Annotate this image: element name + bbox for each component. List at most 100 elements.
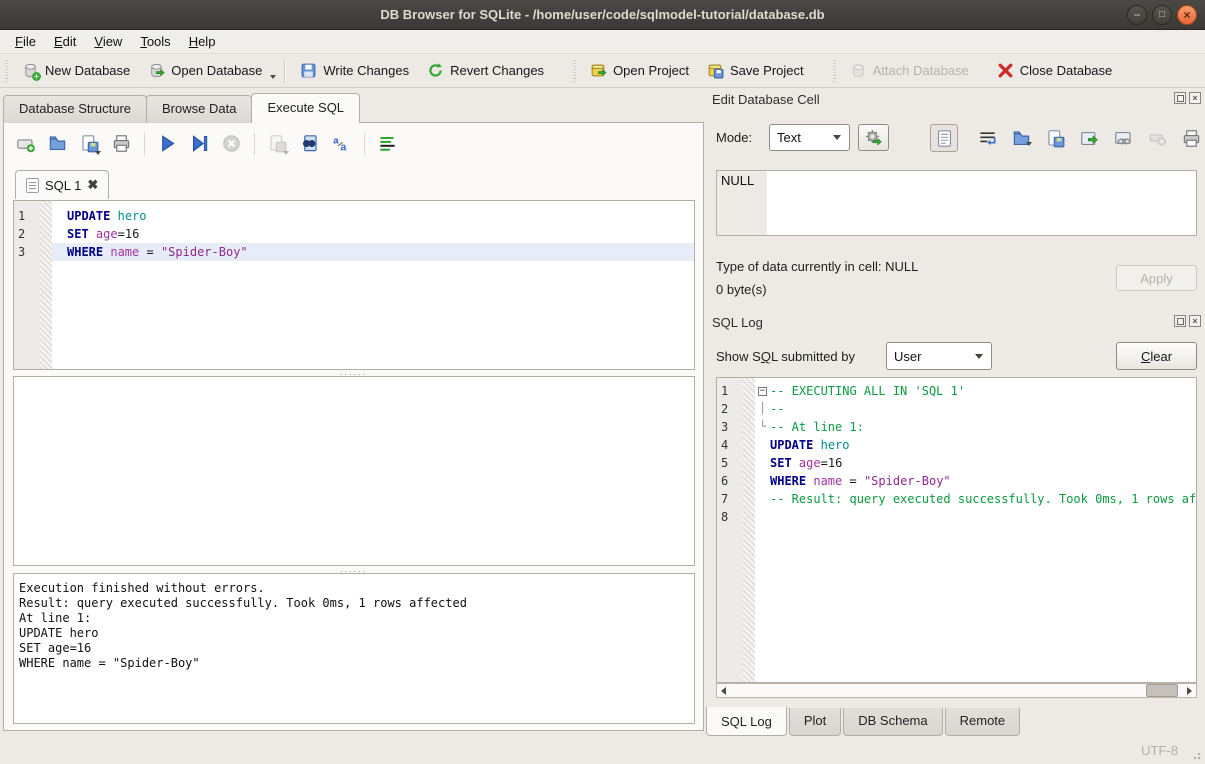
chevron-down-icon[interactable] — [270, 75, 276, 79]
tab-browse-data[interactable]: Browse Data — [146, 95, 252, 123]
results-pane[interactable] — [13, 376, 695, 566]
close-tab-icon[interactable] — [87, 177, 98, 193]
edit-cell-dock-buttons — [1174, 92, 1201, 104]
menu-view[interactable]: View — [85, 31, 131, 52]
scroll-right-icon[interactable] — [1183, 684, 1196, 697]
chevron-down-icon — [833, 135, 841, 140]
log-filter-label: Show SQL submitted by — [716, 349, 855, 364]
save-project-button[interactable]: Save Project — [698, 58, 813, 83]
open-project-label: Open Project — [613, 63, 689, 78]
execution-message-pane[interactable]: Execution finished without errors. Resul… — [13, 573, 695, 724]
open-project-button[interactable]: Open Project — [581, 58, 698, 83]
open-database-label: Open Database — [171, 63, 262, 78]
chevron-down-icon — [975, 354, 983, 359]
toolbar-drag-handle[interactable] — [571, 60, 578, 82]
new-database-label: New Database — [45, 63, 130, 78]
menu-tools[interactable]: Tools — [131, 31, 179, 52]
menu-help[interactable]: Help — [180, 31, 225, 52]
cell-editor[interactable]: NULL — [716, 170, 1197, 236]
chevron-down-icon — [283, 151, 289, 155]
tab-db-schema[interactable]: DB Schema — [843, 708, 942, 736]
svg-text:a: a — [333, 136, 339, 147]
tab-sql-log[interactable]: SQL Log — [706, 707, 787, 736]
save-project-label: Save Project — [730, 63, 804, 78]
window-title: DB Browser for SQLite - /home/user/code/… — [380, 7, 824, 22]
tab-database-structure[interactable]: Database Structure — [3, 95, 147, 123]
scroll-left-icon[interactable] — [717, 684, 730, 697]
minimize-icon[interactable] — [1127, 5, 1147, 25]
apply-button: Apply — [1116, 265, 1197, 291]
chevron-down-icon[interactable] — [1026, 142, 1032, 146]
auto-mode-button[interactable] — [858, 124, 889, 151]
tab-execute-sql[interactable]: Execute SQL — [251, 93, 360, 123]
log-filter-select[interactable]: User — [886, 342, 992, 370]
encoding-indicator: UTF-8 — [1141, 743, 1178, 758]
write-changes-button[interactable]: Write Changes — [291, 58, 418, 83]
sql-log-dock-buttons — [1174, 315, 1201, 327]
print-icon[interactable] — [110, 132, 133, 155]
tab-plot[interactable]: Plot — [789, 708, 841, 736]
toolbar-separator — [254, 133, 255, 155]
open-database-button[interactable]: Open Database — [139, 58, 278, 83]
sql-log-view[interactable]: 1−-- EXECUTING ALL IN 'SQL 1'2│--3└-- At… — [716, 377, 1197, 683]
open-database-icon — [148, 62, 165, 79]
open-project-icon — [590, 62, 607, 79]
word-wrap-cell-icon[interactable] — [974, 126, 1000, 150]
scrollbar-thumb[interactable] — [1146, 684, 1178, 697]
clear-button[interactable]: Clear — [1116, 342, 1197, 370]
cell-editor-area[interactable] — [767, 171, 1196, 235]
tab-remote[interactable]: Remote — [945, 708, 1021, 736]
float-dock-icon[interactable] — [1174, 315, 1186, 327]
dock-tab-bar: SQL Log Plot DB Schema Remote — [706, 708, 1022, 736]
chevron-down-icon[interactable] — [95, 151, 101, 155]
format-sql-icon[interactable]: aa — [330, 132, 353, 155]
window-controls — [1127, 5, 1197, 25]
menu-file[interactable]: File — [6, 31, 45, 52]
cell-content: NULL — [717, 171, 767, 235]
link-icon[interactable] — [1110, 126, 1136, 150]
new-sql-tab-icon[interactable] — [14, 132, 37, 155]
attach-database-icon — [850, 62, 867, 79]
cell-type-info: Type of data currently in cell: NULL — [716, 259, 918, 274]
save-sql-file-icon[interactable] — [78, 132, 101, 155]
mode-select[interactable]: Text — [769, 124, 850, 151]
right-dock: Edit Database Cell Mode: Text — [706, 88, 1205, 764]
close-database-icon — [997, 62, 1014, 79]
print-cell-icon[interactable] — [1178, 126, 1204, 150]
sql-file-tab[interactable]: SQL 1 — [15, 170, 109, 199]
main-toolbar: + New Database Open Database Write Chang… — [0, 54, 1205, 88]
export-cell-file-icon[interactable] — [1042, 126, 1068, 150]
new-database-button[interactable]: + New Database — [13, 58, 139, 83]
close-dock-icon[interactable] — [1189, 92, 1201, 104]
log-horizontal-scrollbar[interactable] — [716, 683, 1197, 698]
sql-tab-label: SQL 1 — [45, 178, 81, 193]
float-dock-icon[interactable] — [1174, 92, 1186, 104]
close-dock-icon[interactable] — [1189, 315, 1201, 327]
toolbar-separator — [144, 133, 145, 155]
revert-changes-button[interactable]: Revert Changes — [418, 58, 553, 83]
sql-editor[interactable]: 1UPDATE hero2SET age=163WHERE name = "Sp… — [13, 200, 695, 370]
maximize-icon[interactable] — [1152, 5, 1172, 25]
word-wrap-icon[interactable] — [376, 132, 399, 155]
text-mode-icon[interactable] — [930, 124, 958, 152]
toolbar-separator — [364, 133, 365, 155]
revert-changes-label: Revert Changes — [450, 63, 544, 78]
execute-all-icon[interactable] — [156, 132, 179, 155]
find-in-sql-icon[interactable] — [298, 132, 321, 155]
set-null-icon — [1144, 126, 1170, 150]
execute-line-icon[interactable] — [188, 132, 211, 155]
revert-changes-icon — [427, 62, 444, 79]
splitter-handle[interactable]: ...... — [4, 566, 703, 572]
splitter-handle[interactable]: ...... — [4, 369, 703, 375]
sql-file-tab-bar: SQL 1 — [15, 170, 109, 199]
close-database-button[interactable]: Close Database — [988, 58, 1122, 83]
close-icon[interactable] — [1177, 5, 1197, 25]
menubar: File Edit View Tools Help — [0, 30, 1205, 54]
save-project-icon — [707, 62, 724, 79]
menu-edit[interactable]: Edit — [45, 31, 85, 52]
toolbar-drag-handle[interactable] — [831, 60, 838, 82]
toolbar-drag-handle[interactable] — [3, 60, 10, 82]
open-sql-file-icon[interactable] — [46, 132, 69, 155]
open-in-external-icon[interactable] — [1076, 126, 1102, 150]
import-cell-file-icon[interactable] — [1008, 126, 1034, 150]
